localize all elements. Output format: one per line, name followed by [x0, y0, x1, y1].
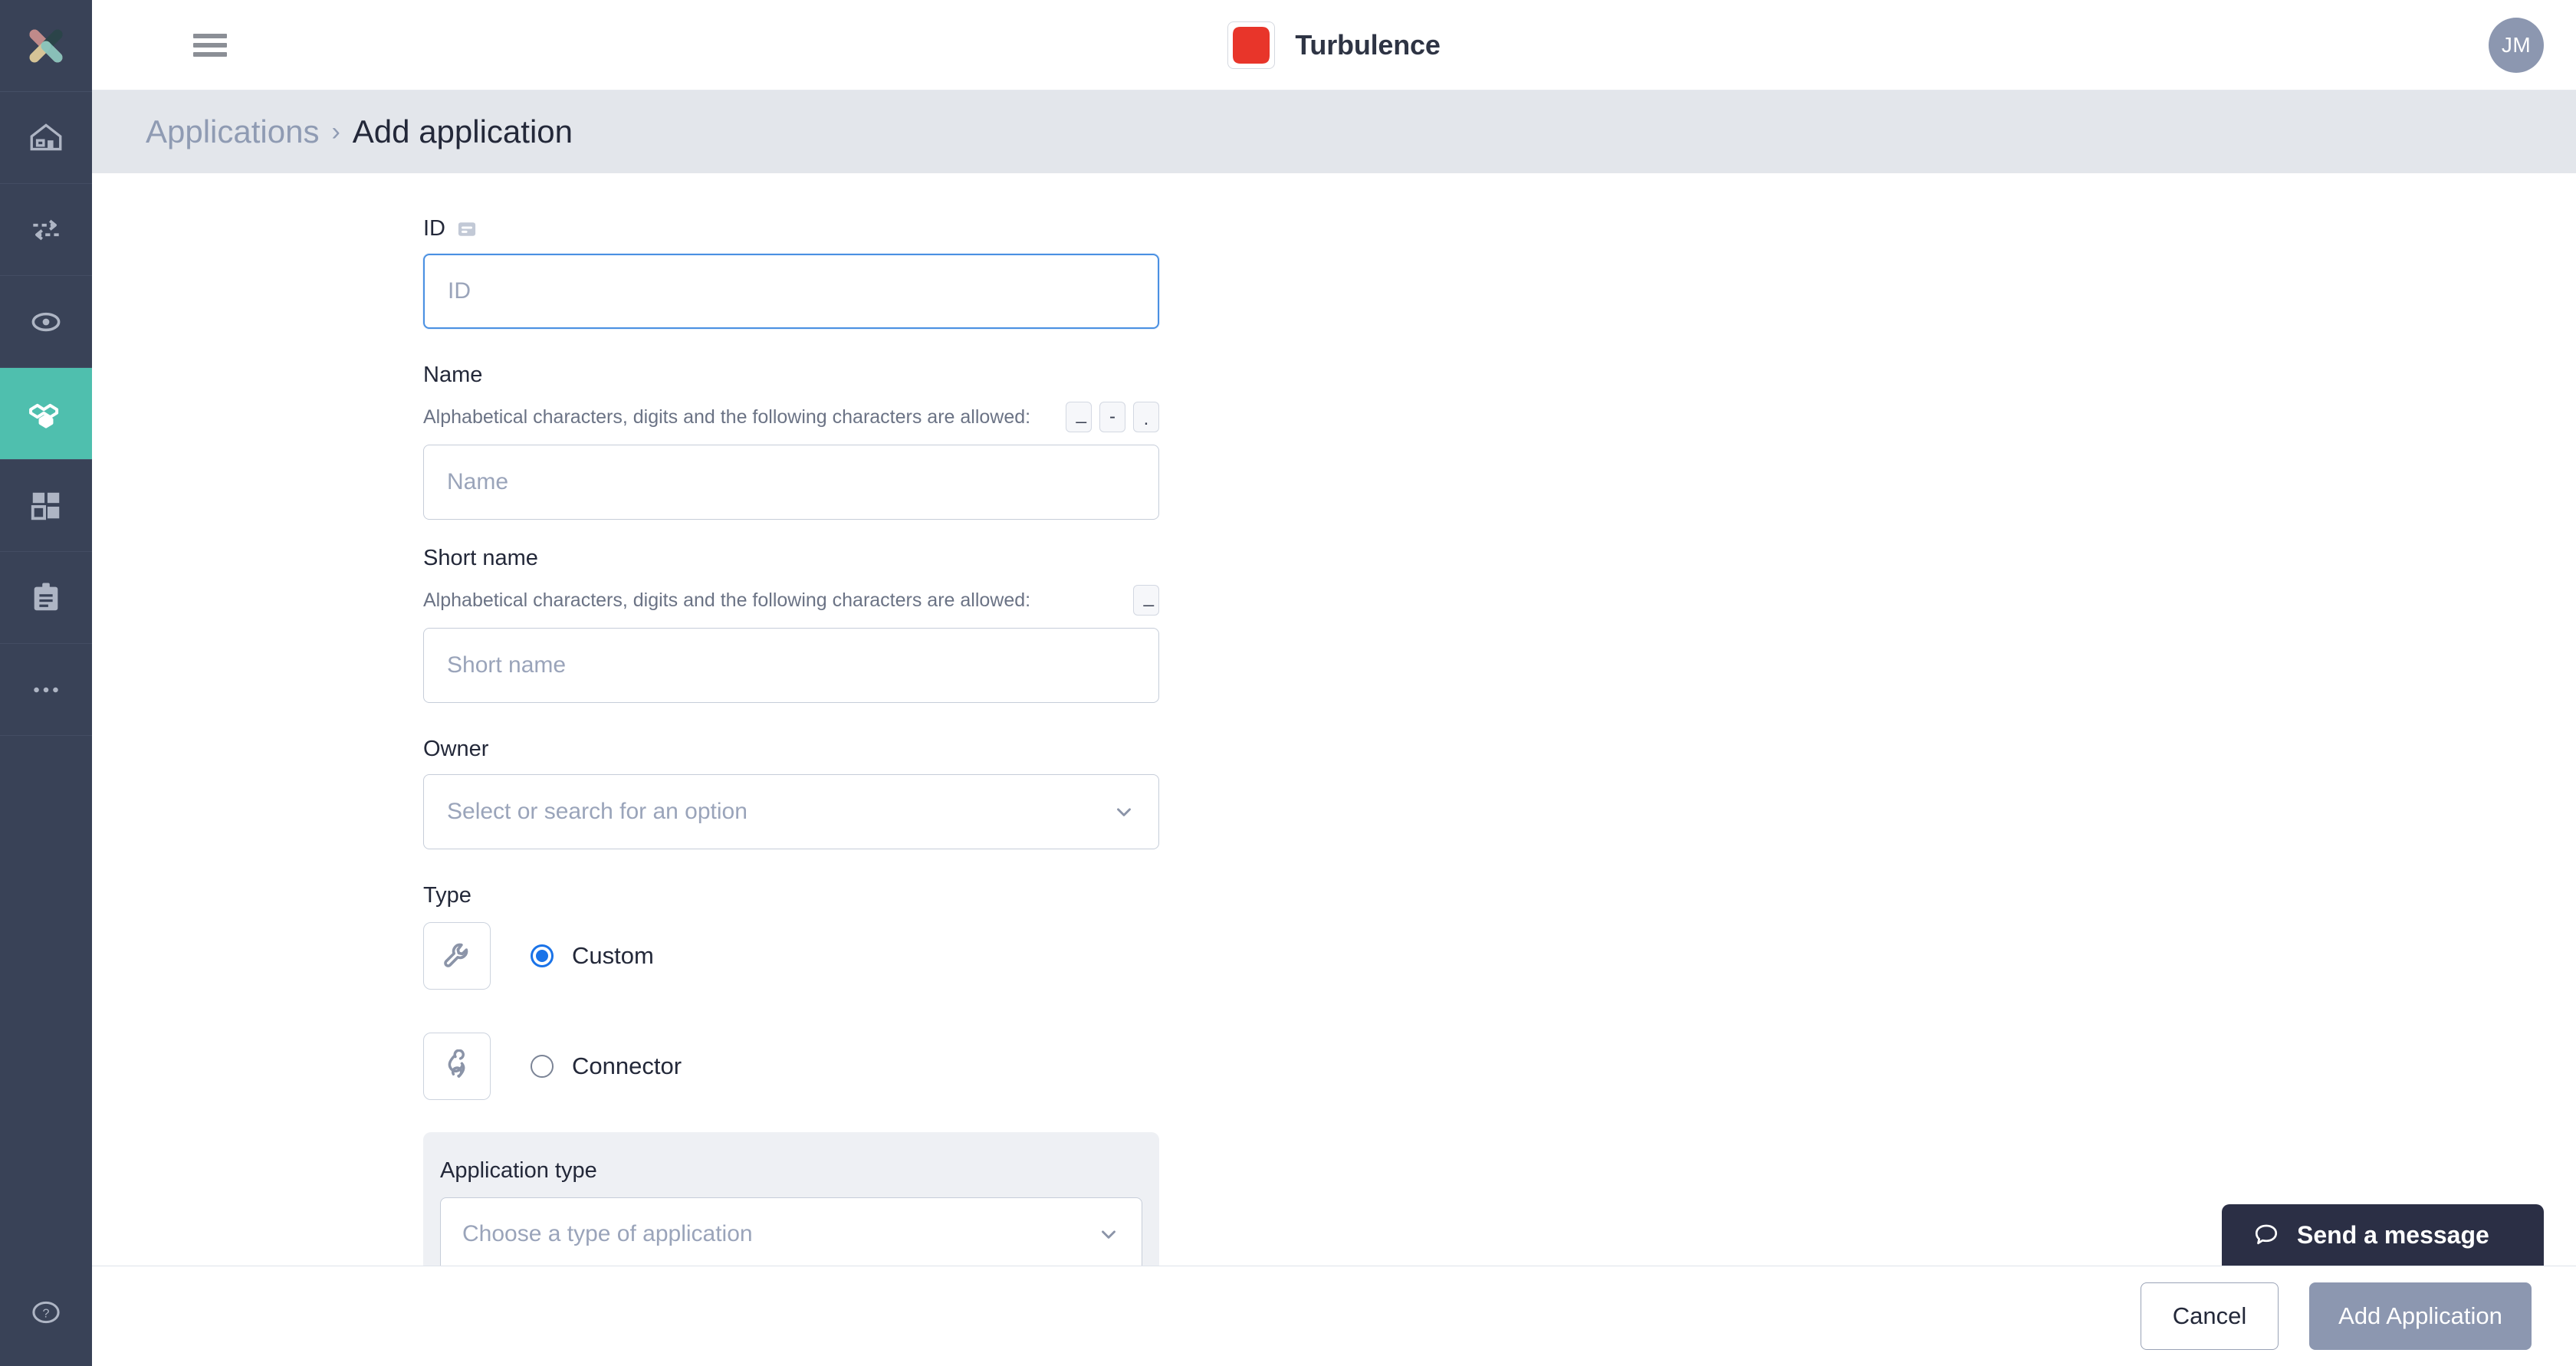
field-name: Name Alphabetical characters, digits and… — [423, 363, 2576, 520]
id-label-row: ID — [423, 216, 2576, 241]
page-title: Add application — [352, 113, 573, 149]
custom-radio[interactable] — [531, 944, 554, 967]
sidebar-item-applications[interactable] — [0, 368, 92, 460]
chip-period: . — [1133, 402, 1159, 432]
type-option-custom[interactable]: Custom — [423, 922, 2576, 990]
sidebar-item-home[interactable] — [0, 92, 92, 184]
chip-underscore: _ — [1133, 585, 1159, 616]
chip-underscore: _ — [1066, 402, 1092, 432]
connector-radio[interactable] — [531, 1055, 554, 1078]
custom-type-tile — [423, 922, 491, 990]
form-scroll-area[interactable]: ID ID Name Alphabetical characters, digi… — [92, 173, 2576, 1266]
chip-hyphen: - — [1099, 402, 1125, 432]
owner-select[interactable]: Select or search for an option — [423, 774, 1159, 849]
sidebar-help-button[interactable]: ? — [0, 1259, 92, 1366]
topbar: Turbulence JM — [92, 0, 2576, 90]
main-area: Turbulence JM Applications › Add applica… — [92, 0, 2576, 1366]
chevron-down-icon — [1117, 808, 1131, 816]
x-mark-brand-logo-icon — [29, 29, 63, 62]
field-owner: Owner Select or search for an option — [423, 737, 2576, 849]
hamburger-bar — [193, 33, 227, 38]
id-label: ID — [423, 216, 445, 241]
short-name-label: Short name — [423, 546, 538, 570]
breadcrumb-link-applications[interactable]: Applications — [146, 113, 319, 150]
sidebar-item-monitoring[interactable] — [0, 276, 92, 368]
breadcrumb: Applications › Add application — [92, 90, 2576, 173]
add-application-button[interactable]: Add Application — [2309, 1282, 2532, 1350]
grid-squares-icon — [31, 492, 60, 520]
custom-radio-label: Custom — [572, 942, 654, 969]
form-action-bar: Cancel Add Application — [92, 1266, 2576, 1366]
chevron-down-icon — [1102, 1230, 1116, 1239]
connector-radio-label: Connector — [572, 1052, 682, 1079]
add-application-form: ID ID Name Alphabetical characters, digi… — [92, 173, 2576, 1266]
data-transfer-arrows-icon — [33, 219, 59, 240]
application-type-value: Choose a type of application — [462, 1221, 753, 1246]
sidebar: ? — [0, 0, 92, 1366]
clipboard-icon — [34, 582, 58, 610]
application-type-label: Application type — [440, 1158, 597, 1183]
hamburger-bar — [193, 51, 227, 57]
question-mark-help-icon: ? — [32, 1301, 60, 1324]
type-option-connector[interactable]: Connector — [423, 1033, 2576, 1100]
name-input[interactable]: Name — [423, 445, 1159, 520]
link-chain-icon — [448, 1049, 465, 1078]
svg-text:?: ? — [43, 1307, 50, 1321]
avatar[interactable]: JM — [2489, 17, 2544, 73]
field-id: ID ID — [423, 216, 2576, 329]
eye-monitoring-icon — [31, 312, 61, 331]
connector-type-tile — [423, 1033, 491, 1100]
app-root: ? Turbulence JM Applications › Add appli… — [0, 0, 2576, 1366]
brand: Turbulence — [92, 21, 2576, 69]
short-name-hint: Alphabetical characters, digits and the … — [423, 589, 1031, 611]
application-type-select[interactable]: Choose a type of application — [440, 1197, 1142, 1266]
short-name-hint-row: Alphabetical characters, digits and the … — [423, 585, 1159, 616]
short-name-allowed-chars: _ — [1133, 585, 1159, 616]
hamburger-menu-button[interactable] — [193, 33, 227, 57]
wrench-icon — [444, 943, 468, 967]
sidebar-item-reports[interactable] — [0, 552, 92, 644]
owner-select-value: Select or search for an option — [447, 799, 748, 824]
short-name-input[interactable]: Short name — [423, 628, 1159, 703]
brand-name: Turbulence — [1295, 28, 1441, 61]
id-card-icon — [458, 222, 476, 236]
breadcrumb-separator: › — [331, 117, 340, 146]
sidebar-item-more[interactable] — [0, 644, 92, 736]
application-type-panel: Application type Choose a type of applic… — [423, 1132, 1159, 1266]
id-input[interactable]: ID — [423, 254, 1159, 329]
owner-label: Owner — [423, 737, 489, 761]
sidebar-item-transfers[interactable] — [0, 184, 92, 276]
sidebar-item-dashboards[interactable] — [0, 460, 92, 552]
name-allowed-chars: _ - . — [1066, 402, 1159, 432]
field-type: Type Custom Connector — [423, 883, 2576, 1100]
field-short-name: Short name Alphabetical characters, digi… — [423, 546, 2576, 703]
chat-widget-button[interactable]: Send a message — [2222, 1204, 2544, 1266]
cancel-button[interactable]: Cancel — [2141, 1282, 2279, 1350]
name-hint: Alphabetical characters, digits and the … — [423, 406, 1031, 428]
brand-logo-box — [1227, 21, 1276, 69]
name-hint-row: Alphabetical characters, digits and the … — [423, 402, 1159, 432]
speech-bubble-icon — [2255, 1224, 2278, 1245]
hamburger-bar — [193, 42, 227, 48]
ellipsis-more-icon — [34, 687, 58, 692]
sidebar-brand-logo[interactable] — [0, 0, 92, 92]
name-label: Name — [423, 363, 483, 387]
home-icon — [30, 123, 62, 150]
red-cross-logo-icon — [1233, 26, 1270, 64]
chat-widget-label: Send a message — [2297, 1220, 2489, 1249]
type-label: Type — [423, 883, 472, 908]
applications-hexagon-icon — [29, 403, 59, 429]
